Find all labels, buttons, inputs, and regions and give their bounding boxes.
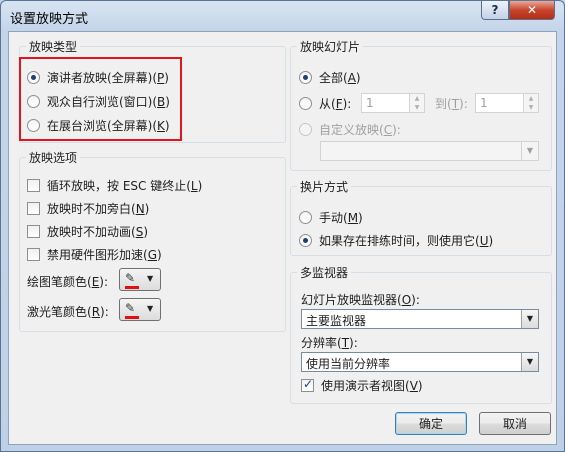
to-slide-arrows[interactable]: ▲ ▼ [523, 94, 538, 112]
check-presenter-view-label: 使用演示者视图(V) [321, 379, 423, 393]
check-no-animation-label: 放映时不加动画(S) [47, 225, 148, 239]
radio-use-timings[interactable]: 如果存在排练时间，则使用它(U) [299, 232, 493, 249]
radio-all-slides-label: 全部(A) [319, 71, 361, 85]
show-type-title: 放映类型 [26, 38, 81, 55]
check-loop-box[interactable] [27, 179, 40, 192]
radio-from-slides-label: 从(F): [319, 97, 352, 111]
spin-down-icon[interactable]: ▼ [410, 103, 424, 112]
check-no-animation[interactable]: 放映时不加动画(S) [27, 223, 148, 240]
highlight-box [19, 57, 182, 141]
from-slide-arrows[interactable]: ▲ ▼ [409, 94, 424, 112]
pen-color-label: 绘图笔颜色(E): [27, 274, 109, 290]
radio-from-slides-indicator[interactable] [299, 97, 312, 110]
radio-custom-show[interactable]: 自定义放映(C): [299, 121, 401, 138]
from-slide-value: 1 [366, 96, 374, 110]
resolution-dropdown[interactable]: 使用当前分辨率 ▼ [301, 352, 539, 372]
monitor-value: 主要监视器 [306, 314, 367, 328]
monitor-dropdown[interactable]: 主要监视器 ▼ [301, 309, 539, 329]
check-loop-label: 循环放映，按 ESC 键终止(L) [47, 179, 203, 193]
spin-up-icon[interactable]: ▲ [410, 94, 424, 103]
radio-use-timings-label: 如果存在排练时间，则使用它(U) [319, 234, 494, 248]
check-disable-hw-accel-box[interactable] [27, 248, 40, 261]
monitor-label: 幻灯片放映监视器(O): [301, 292, 420, 308]
radio-use-timings-indicator[interactable] [299, 234, 312, 247]
check-disable-hw-accel[interactable]: 禁用硬件图形加速(G) [27, 246, 162, 263]
advance-title: 换片方式 [297, 178, 352, 195]
chevron-down-icon[interactable]: ▼ [521, 353, 538, 371]
to-slide-label: 到(T): [435, 96, 468, 112]
check-loop[interactable]: 循环放映，按 ESC 键终止(L) [27, 177, 202, 194]
pen-color-swatch [125, 286, 139, 289]
radio-manual-indicator[interactable] [299, 211, 312, 224]
to-slide-value: 1 [480, 96, 488, 110]
dialog-window: 设置放映方式 ? ✕ 放映类型 演讲者放映(全屏幕)(P) 观众自行浏览(窗口)… [0, 0, 565, 452]
dialog-title: 设置放映方式 [10, 12, 89, 27]
check-presenter-view-box[interactable] [301, 377, 314, 392]
help-button[interactable]: ? [481, 1, 509, 20]
check-no-narration-label: 放映时不加旁白(N) [47, 202, 150, 216]
show-options-title: 放映选项 [26, 149, 81, 166]
close-button[interactable]: ✕ [509, 1, 555, 20]
laser-color-swatch [125, 316, 139, 319]
laser-color-label: 激光笔颜色(R): [27, 304, 109, 320]
radio-custom-show-indicator[interactable] [299, 123, 312, 136]
radio-custom-show-label: 自定义放映(C): [319, 123, 401, 137]
check-presenter-view[interactable]: 使用演示者视图(V) [301, 377, 423, 394]
radio-all-slides[interactable]: 全部(A) [299, 69, 361, 86]
radio-all-slides-indicator[interactable] [299, 71, 312, 84]
chevron-down-icon: ▼ [147, 274, 154, 283]
spin-up-icon[interactable]: ▲ [524, 94, 538, 103]
from-slide-spinner[interactable]: 1 ▲ ▼ [361, 93, 425, 113]
laser-color-button[interactable]: ✎ ▼ [119, 298, 161, 321]
custom-show-dropdown[interactable]: ▼ [320, 141, 539, 161]
check-no-narration-box[interactable] [27, 202, 40, 215]
chevron-down-icon[interactable]: ▼ [521, 142, 538, 160]
spin-down-icon[interactable]: ▼ [524, 103, 538, 112]
show-slides-title: 放映幻灯片 [297, 38, 364, 55]
check-no-narration[interactable]: 放映时不加旁白(N) [27, 200, 149, 217]
radio-manual-label: 手动(M) [319, 211, 363, 225]
ok-button[interactable]: 确定 [395, 412, 467, 435]
resolution-value: 使用当前分辨率 [306, 357, 391, 371]
chevron-down-icon: ▼ [147, 304, 154, 313]
monitors-title: 多监视器 [297, 264, 352, 281]
chevron-down-icon[interactable]: ▼ [521, 310, 538, 328]
title-bar: 设置放映方式 ? ✕ [1, 1, 564, 31]
radio-manual[interactable]: 手动(M) [299, 209, 363, 226]
to-slide-spinner[interactable]: 1 ▲ ▼ [475, 93, 539, 113]
check-no-animation-box[interactable] [27, 225, 40, 238]
check-disable-hw-accel-label: 禁用硬件图形加速(G) [47, 248, 162, 262]
cancel-button[interactable]: 取消 [479, 412, 551, 435]
resolution-label: 分辨率(T): [301, 335, 358, 351]
paint-bucket-icon: ✎ [125, 301, 136, 315]
paint-bucket-icon: ✎ [125, 271, 136, 285]
radio-from-slides[interactable]: 从(F): [299, 95, 351, 112]
pen-color-button[interactable]: ✎ ▼ [119, 268, 161, 291]
